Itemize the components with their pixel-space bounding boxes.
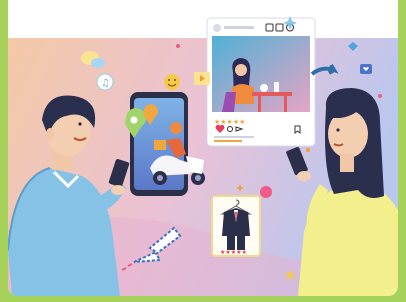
post-header-name	[224, 26, 254, 29]
confetti-dot	[176, 44, 180, 48]
clothing-product-card: ★★★★★	[211, 195, 261, 257]
music-note-icon: ♫	[96, 73, 114, 91]
post-caption-line	[214, 136, 254, 138]
clothing-stars: ★★★★★	[220, 249, 247, 256]
smiley-icon	[164, 74, 180, 90]
social-commerce-illustration: ★★★★★ ♫ ★★★★★	[8, 16, 398, 296]
post-caption-line	[214, 140, 242, 142]
social-post-card: ★★★★★	[206, 17, 316, 147]
confetti-dot	[378, 94, 382, 98]
emoji-icon	[260, 186, 272, 198]
svg-text:♫: ♫	[101, 78, 110, 89]
play-icon	[194, 72, 210, 85]
confetti-dot	[306, 148, 310, 152]
illustration-frame: ★★★★★ ♫ ★★★★★	[8, 0, 398, 296]
